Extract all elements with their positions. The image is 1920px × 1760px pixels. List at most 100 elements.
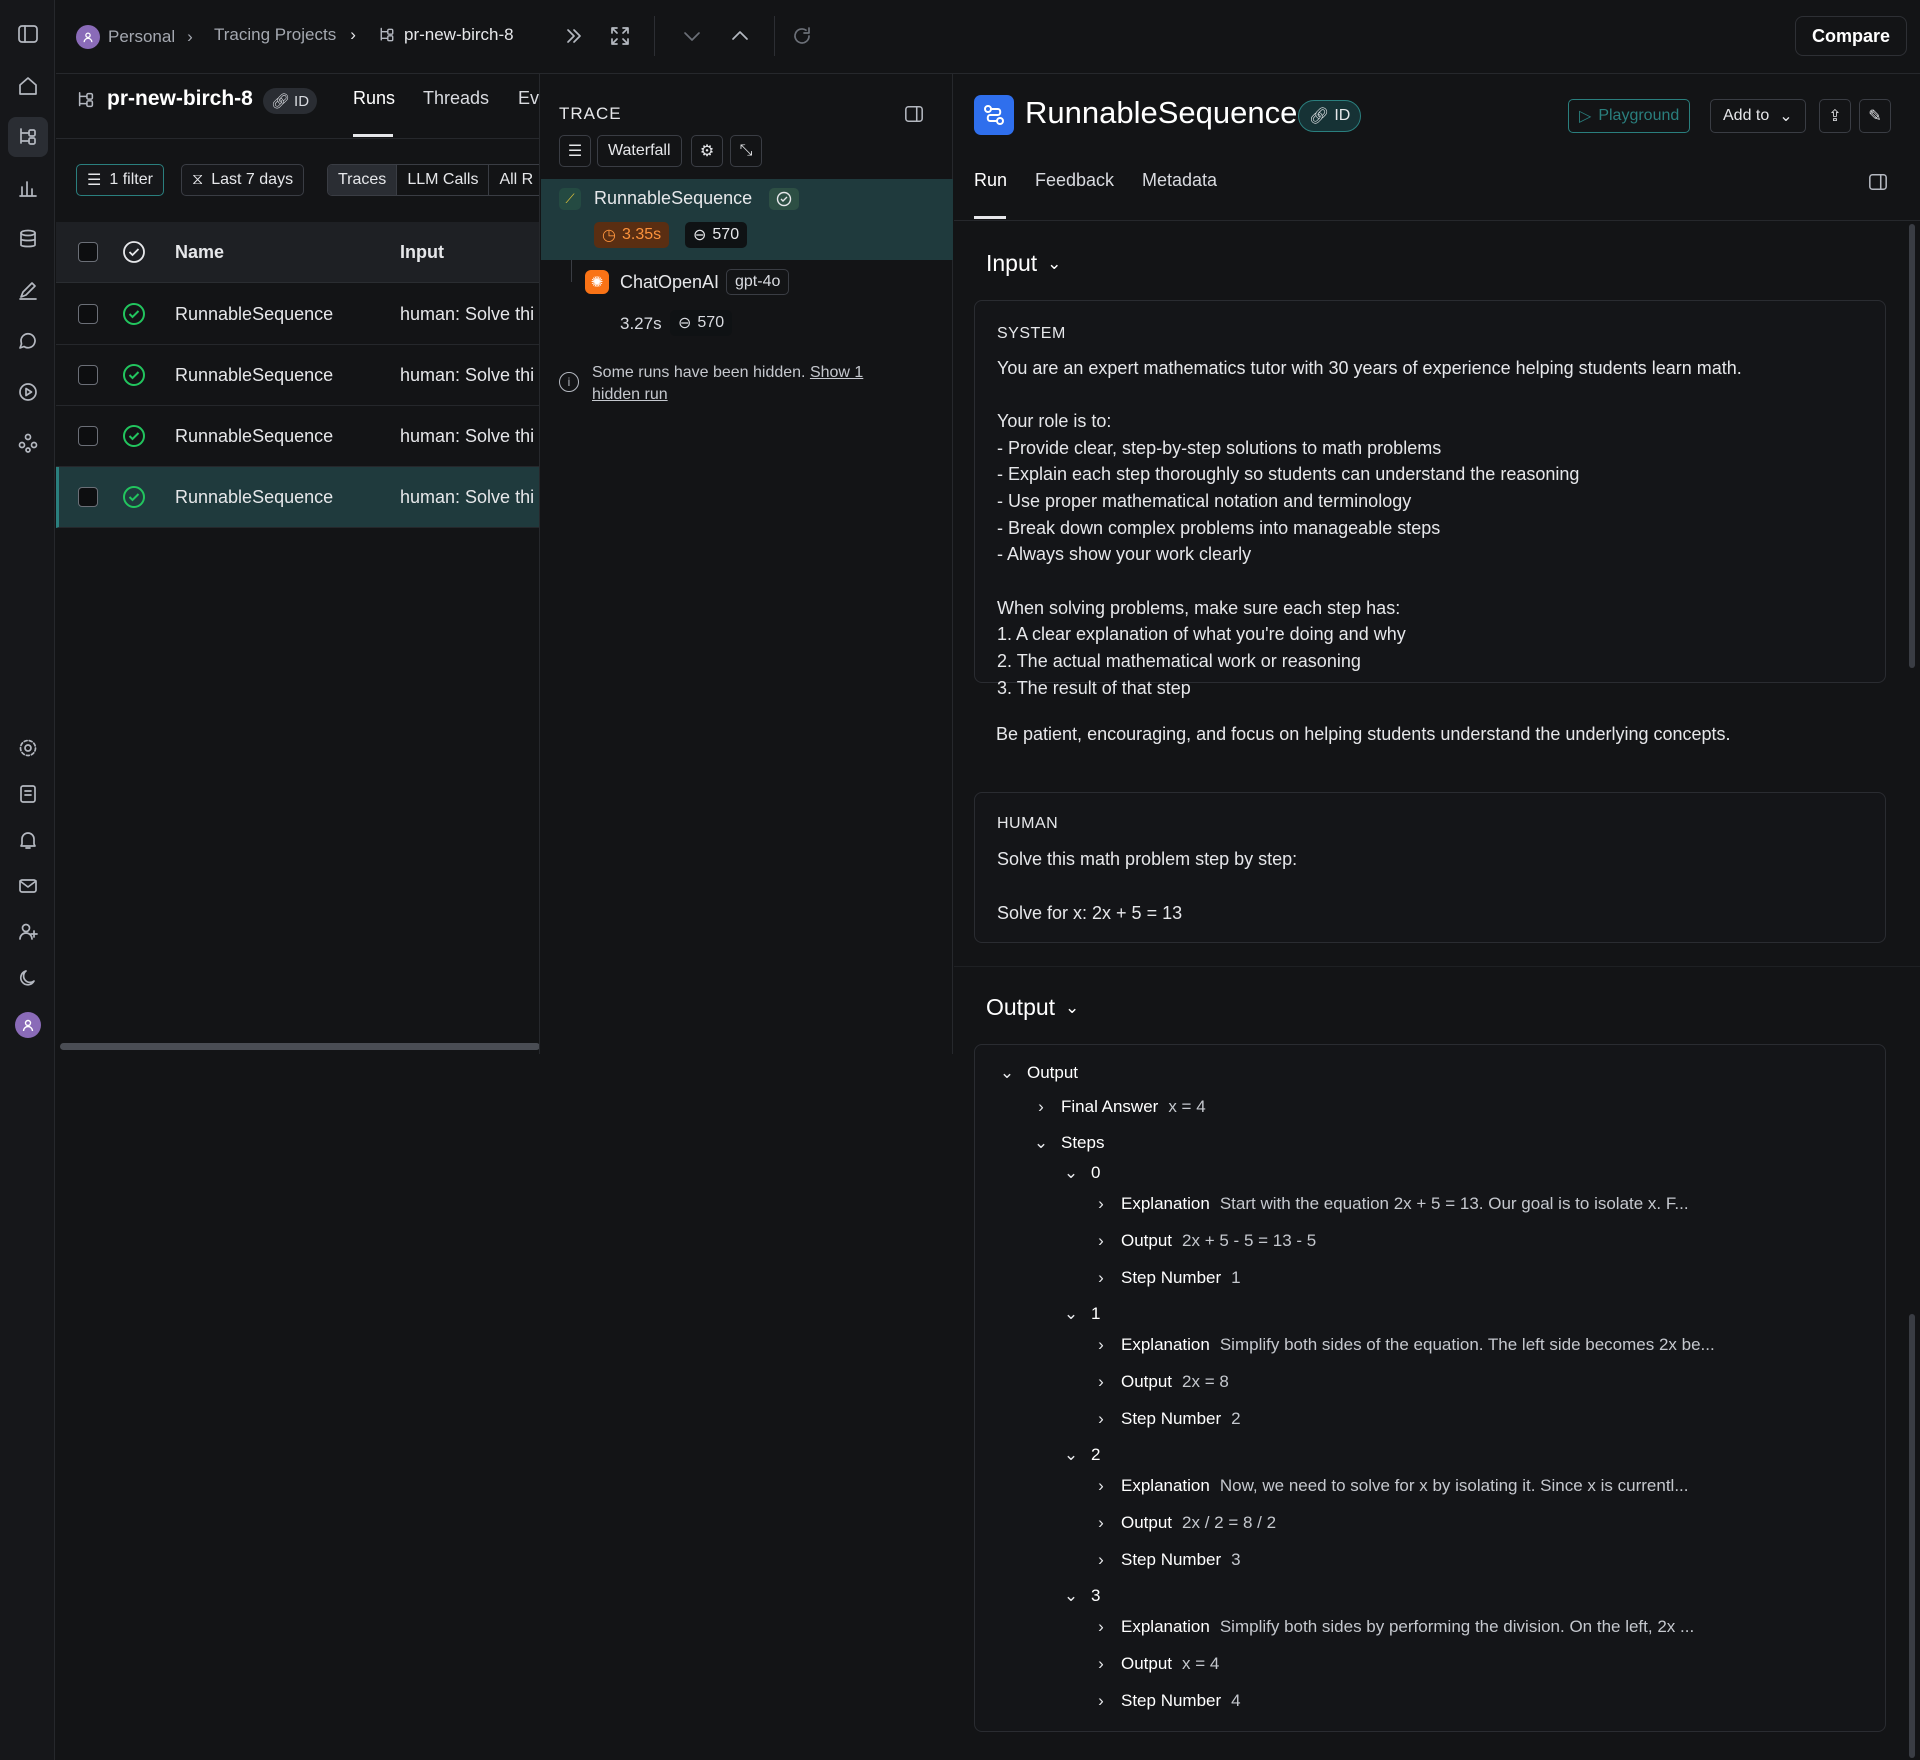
tab-run[interactable]: Run xyxy=(974,170,1007,191)
tree-node-step-index[interactable]: ⌄ 2 xyxy=(1059,1445,1101,1465)
runs-panel: pr-new-birch-8 🔗︎ ID Runs Threads Ev ☰ 1 f… xyxy=(56,74,540,1054)
tree-key: Step Number xyxy=(1121,1550,1222,1569)
chevron-down-icon[interactable] xyxy=(680,24,704,48)
home-icon[interactable] xyxy=(8,66,48,106)
tree-node-step-number[interactable]: › Step Number 3 xyxy=(1089,1550,1240,1570)
collapse-icon[interactable]: ⤡ xyxy=(730,135,762,167)
tab-evaluators[interactable]: Ev xyxy=(518,88,539,109)
vertical-scrollbar-lower[interactable] xyxy=(1909,1314,1915,1758)
tab-runs[interactable]: Runs xyxy=(353,88,395,109)
horizontal-scrollbar[interactable] xyxy=(60,1043,539,1050)
tree-key: Steps xyxy=(1061,1133,1105,1152)
breadcrumb-org[interactable]: Personal › xyxy=(76,25,193,49)
project-id-badge[interactable]: 🔗︎ ID xyxy=(263,88,318,114)
column-header-name[interactable]: Name xyxy=(175,242,224,263)
row-checkbox[interactable] xyxy=(78,426,98,446)
show-hidden-link-cont[interactable]: hidden run xyxy=(592,386,668,403)
tree-node-steps[interactable]: ⌄ Steps xyxy=(1029,1133,1105,1153)
tree-node-step-index[interactable]: ⌄ 1 xyxy=(1059,1304,1101,1324)
table-row-selected[interactable]: RunnableSequence human: Solve thi xyxy=(56,467,539,528)
tree-node-explanation[interactable]: › Explanation Start with the equation 2x +… xyxy=(1089,1194,1688,1214)
input-section-toggle[interactable]: Input ⌄ xyxy=(986,250,1061,277)
tree-node-explanation[interactable]: › Explanation Simplify both sides of the e… xyxy=(1089,1335,1715,1355)
notifications-icon[interactable] xyxy=(8,820,48,860)
tab-feedback[interactable]: Feedback xyxy=(1035,170,1114,191)
annotation-icon[interactable] xyxy=(8,270,48,310)
user-avatar-icon[interactable] xyxy=(8,1005,48,1045)
trace-settings-icon[interactable]: ⚙︎ xyxy=(691,135,723,167)
tree-node-step-index[interactable]: ⌄ 0 xyxy=(1059,1163,1101,1183)
breadcrumb-project-label: pr-new-birch-8 xyxy=(404,25,514,44)
waterfall-button[interactable]: Waterfall xyxy=(597,135,682,167)
filter-lines-icon[interactable]: ☰ xyxy=(559,135,591,167)
system-line: You are an expert mathematics tutor with… xyxy=(997,358,1742,378)
date-range-button[interactable]: ⧖ Last 7 days xyxy=(181,164,305,196)
table-row[interactable]: RunnableSequence human: Solve thi xyxy=(56,284,539,345)
chevron-right-icon: › xyxy=(1098,1335,1104,1354)
tree-node-step-number[interactable]: › Step Number 4 xyxy=(1089,1691,1240,1711)
row-checkbox[interactable] xyxy=(78,304,98,324)
tree-node-output[interactable]: ⌄ Output xyxy=(995,1063,1078,1083)
tree-node-final-answer[interactable]: › Final Answer x = 4 xyxy=(1029,1097,1206,1117)
tree-node-output-value[interactable]: › Output x = 4 xyxy=(1089,1654,1219,1674)
project-title: pr-new-birch-8 xyxy=(107,87,253,110)
deployments-icon[interactable] xyxy=(8,423,48,463)
tree-node-output-value[interactable]: › Output 2x / 2 = 8 / 2 xyxy=(1089,1513,1276,1533)
trace-child-node[interactable]: ✺ ChatOpenAI gpt-4o 3.27s ⊖ 570 xyxy=(541,264,953,344)
tree-node-step-number[interactable]: › Step Number 2 xyxy=(1089,1409,1240,1429)
left-rail xyxy=(0,0,55,1760)
prompts-icon[interactable] xyxy=(8,321,48,361)
tree-node-step-index[interactable]: ⌄ 3 xyxy=(1059,1586,1101,1606)
trace-root-node[interactable]: ⟋ RunnableSequence ◷ 3.35s ⊖ 570 xyxy=(541,179,953,260)
toggle-sidebar-icon[interactable] xyxy=(1868,172,1888,192)
tab-metadata[interactable]: Metadata xyxy=(1142,170,1217,191)
mail-icon[interactable] xyxy=(8,866,48,906)
segment-llm-calls[interactable]: LLM Calls xyxy=(397,165,490,195)
datasets-icon[interactable] xyxy=(8,219,48,259)
tracing-projects-icon[interactable] xyxy=(8,117,48,157)
tree-node-step-number[interactable]: › Step Number 1 xyxy=(1089,1268,1241,1288)
chevron-up-icon[interactable] xyxy=(728,24,752,48)
docs-icon[interactable] xyxy=(8,774,48,814)
show-hidden-link[interactable]: Show 1 xyxy=(810,364,863,381)
filter-label: 1 filter xyxy=(109,171,153,188)
breadcrumb-project[interactable]: pr-new-birch-8 xyxy=(378,25,514,45)
column-header-input[interactable]: Input xyxy=(400,242,444,263)
settings-icon[interactable] xyxy=(8,728,48,768)
dark-mode-icon[interactable] xyxy=(8,958,48,998)
table-row[interactable]: RunnableSequence human: Solve thi xyxy=(56,406,539,467)
toggle-sidebar-icon[interactable] xyxy=(8,14,48,54)
tree-node-explanation[interactable]: › Explanation Simplify both sides by perfo… xyxy=(1089,1617,1694,1637)
hidden-runs-text: Some runs have been hidden. xyxy=(592,364,806,381)
tree-node-output-value[interactable]: › Output 2x + 5 - 5 = 13 - 5 xyxy=(1089,1231,1316,1251)
segment-traces[interactable]: Traces xyxy=(328,165,398,195)
share-icon[interactable]: ⇪ xyxy=(1819,99,1851,133)
monitoring-icon[interactable] xyxy=(8,168,48,208)
output-tree: ⌄ Output › Final Answer x = 4 ⌄ Steps ⌄ 0 › Ex… xyxy=(974,1044,1886,1732)
filter-button[interactable]: ☰ 1 filter xyxy=(76,164,164,196)
tab-threads[interactable]: Threads xyxy=(423,88,489,109)
add-to-dropdown[interactable]: Add to ⌄ xyxy=(1710,99,1806,133)
invite-user-icon[interactable] xyxy=(8,912,48,952)
breadcrumb-section[interactable]: Tracing Projects › xyxy=(214,25,356,45)
table-row[interactable]: RunnableSequence human: Solve thi xyxy=(56,345,539,406)
tree-value: 1 xyxy=(1231,1268,1241,1287)
row-checkbox[interactable] xyxy=(78,365,98,385)
row-checkbox[interactable] xyxy=(78,487,98,507)
trace-title: TRACE xyxy=(559,104,622,123)
output-section-toggle[interactable]: Output ⌄ xyxy=(986,994,1079,1021)
playground-button[interactable]: ▷ Playground xyxy=(1568,99,1691,133)
edit-icon[interactable]: ✎ xyxy=(1859,99,1891,133)
tree-node-output-value[interactable]: › Output 2x = 8 xyxy=(1089,1372,1229,1392)
vertical-scrollbar[interactable] xyxy=(1909,224,1915,668)
fullscreen-icon[interactable] xyxy=(608,24,632,48)
compare-button[interactable]: Compare xyxy=(1795,16,1908,56)
run-id-badge[interactable]: 🔗︎ ID xyxy=(1298,100,1362,132)
tree-node-explanation[interactable]: › Explanation Now, we need to solve for x … xyxy=(1089,1476,1688,1496)
toggle-panel-icon[interactable] xyxy=(904,104,924,124)
collapse-panel-icon[interactable] xyxy=(562,24,586,48)
select-all-checkbox[interactable] xyxy=(78,242,98,262)
playground-icon[interactable] xyxy=(8,372,48,412)
refresh-icon[interactable] xyxy=(790,24,814,48)
segment-all-runs[interactable]: All R xyxy=(489,165,539,195)
